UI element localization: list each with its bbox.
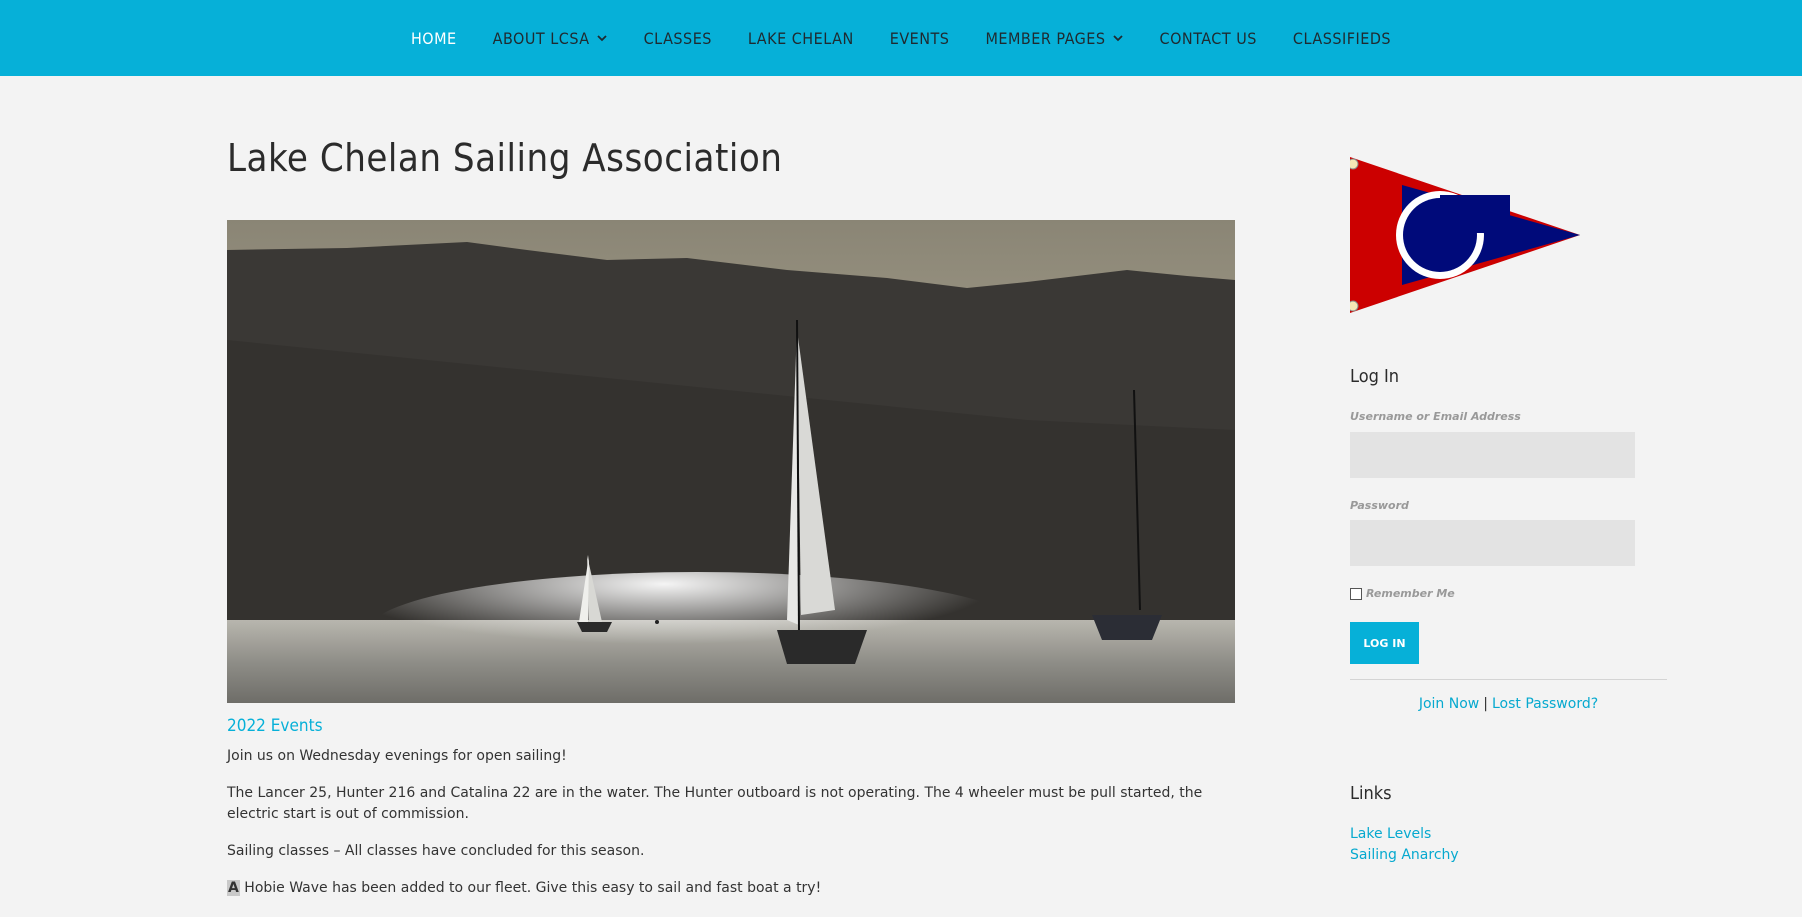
- top-navigation: HOME ABOUT LCSA CLASSES LAKE CHELAN EVEN…: [0, 0, 1802, 76]
- nav-label: CLASSIFIEDS: [1292, 28, 1392, 48]
- nav-item-lake-chelan[interactable]: LAKE CHELAN: [730, 29, 872, 48]
- nav-label: EVENTS: [889, 28, 950, 48]
- remember-me-row: Remember Me: [1350, 587, 1455, 600]
- paragraph-text: Hobie Wave has been added to our fleet. …: [239, 880, 822, 896]
- nav-item-classifieds[interactable]: CLASSIFIEDS: [1275, 29, 1409, 48]
- login-button[interactable]: LOG IN: [1350, 622, 1419, 664]
- login-links: Join Now | Lost Password?: [1350, 696, 1667, 712]
- username-label: Username or Email Address: [1350, 410, 1521, 423]
- events-heading: 2022 Events: [227, 716, 323, 736]
- paragraph-sailing-classes: Sailing classes – All classes have concl…: [227, 843, 645, 859]
- page-title: Lake Chelan Sailing Association: [227, 136, 783, 180]
- links-title: Links: [1350, 783, 1392, 804]
- divider: [1350, 679, 1667, 680]
- username-input[interactable]: [1350, 432, 1635, 478]
- remember-me-checkbox[interactable]: [1350, 587, 1362, 600]
- remember-me-label: Remember Me: [1366, 587, 1455, 600]
- lost-password-link[interactable]: Lost Password?: [1492, 696, 1598, 712]
- nav-label: ABOUT LCSA: [492, 28, 590, 48]
- nav-label: HOME: [410, 28, 457, 48]
- sailboats-on-lake-image: [227, 220, 1235, 703]
- highlighted-text: A: [227, 880, 240, 896]
- link-lake-levels[interactable]: Lake Levels: [1350, 826, 1431, 842]
- nav-label: CONTACT US: [1159, 28, 1257, 48]
- nav-item-classes[interactable]: CLASSES: [626, 29, 730, 48]
- link-sailing-anarchy[interactable]: Sailing Anarchy: [1350, 847, 1459, 863]
- nav-item-events[interactable]: EVENTS: [872, 29, 968, 48]
- link-separator: |: [1483, 696, 1488, 712]
- nav-label: MEMBER PAGES: [985, 28, 1106, 48]
- nav-item-home[interactable]: HOME: [393, 29, 475, 48]
- paragraph-hobie-wave: A Hobie Wave has been added to our fleet…: [227, 878, 1235, 899]
- club-burgee-icon: [1350, 157, 1580, 313]
- login-title: Log In: [1350, 366, 1400, 387]
- nav-item-contact-us[interactable]: CONTACT US: [1142, 29, 1275, 48]
- nav-item-about-lcsa[interactable]: ABOUT LCSA: [475, 29, 626, 48]
- chevron-down-icon: [1112, 35, 1123, 42]
- password-input[interactable]: [1350, 520, 1635, 566]
- paragraph-boats-status: The Lancer 25, Hunter 216 and Catalina 2…: [227, 785, 1203, 822]
- join-now-link[interactable]: Join Now: [1419, 696, 1479, 712]
- chevron-down-icon: [596, 35, 607, 42]
- password-label: Password: [1350, 499, 1409, 512]
- nav-label: CLASSES: [643, 28, 712, 48]
- hero-image-sailboats: [227, 220, 1235, 703]
- nav-menu: HOME ABOUT LCSA CLASSES LAKE CHELAN EVEN…: [0, 0, 1802, 76]
- paragraph-open-sailing: Join us on Wednesday evenings for open s…: [227, 748, 567, 764]
- nav-label: LAKE CHELAN: [747, 28, 854, 48]
- nav-item-member-pages[interactable]: MEMBER PAGES: [967, 29, 1141, 48]
